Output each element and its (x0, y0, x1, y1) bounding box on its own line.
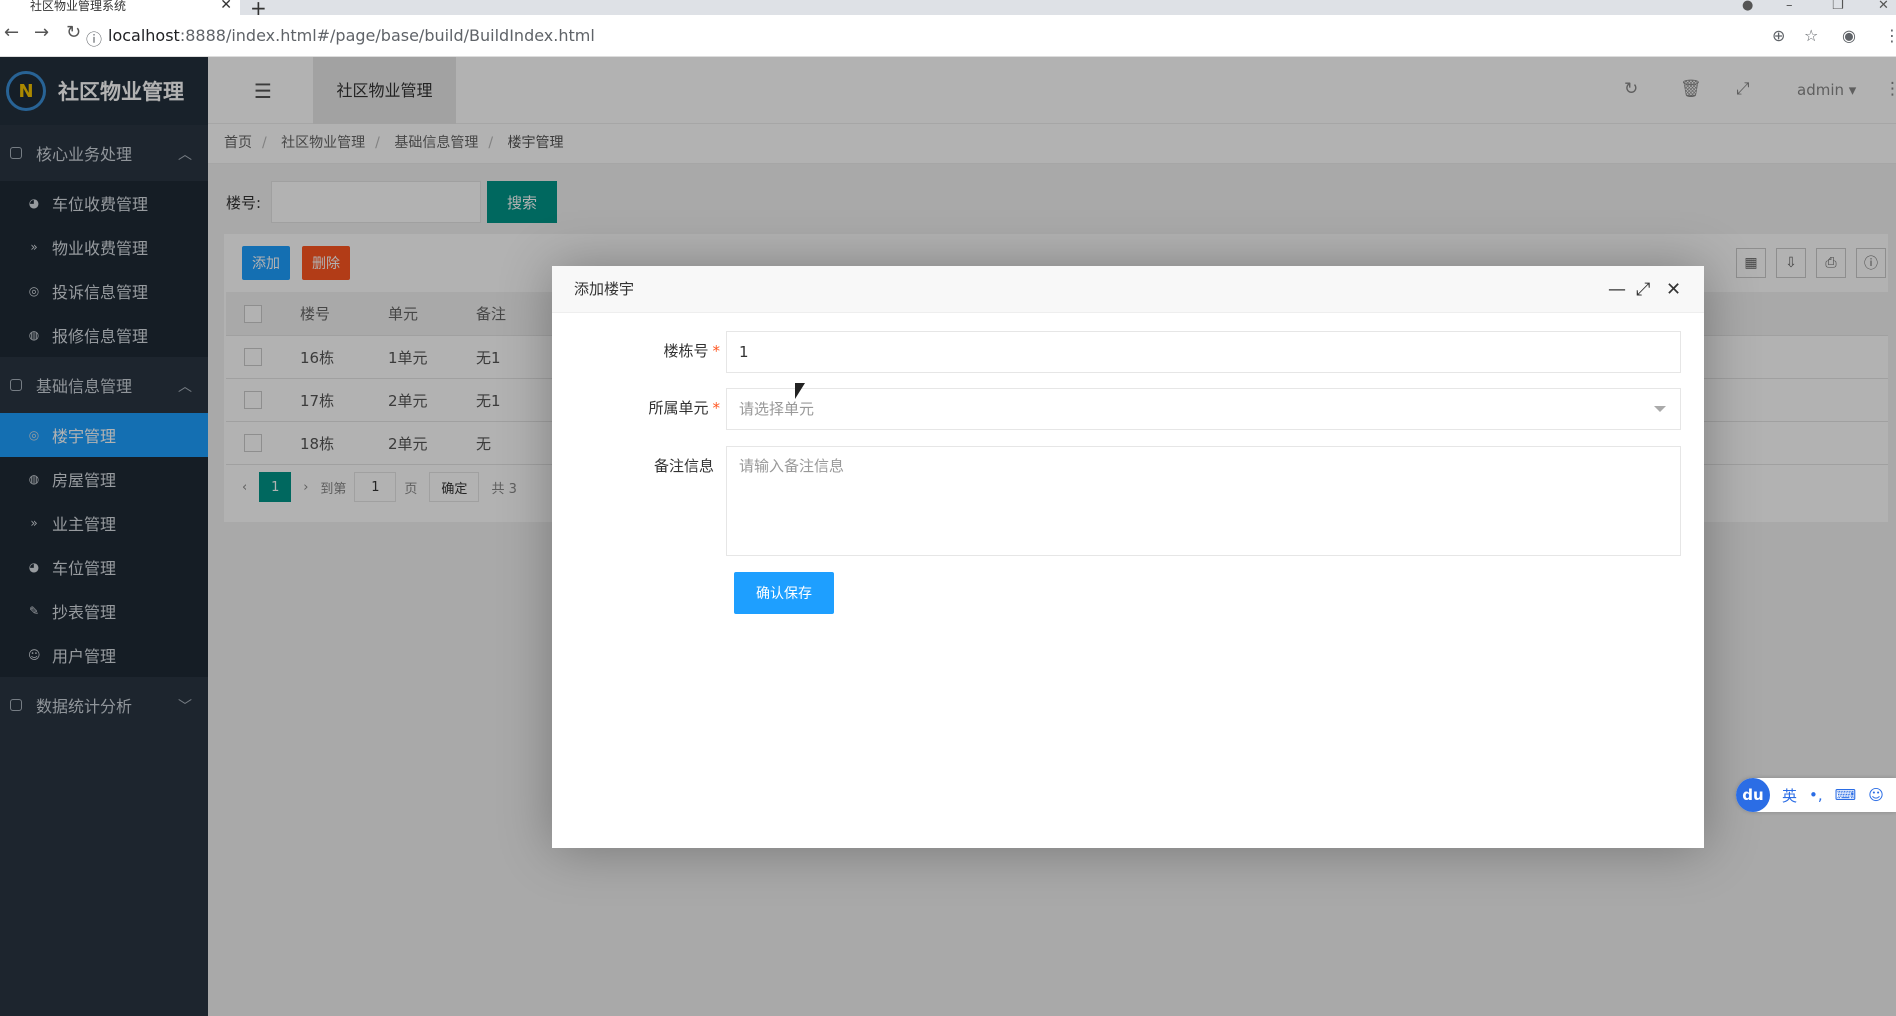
dialog-title: 添加楼宇 (574, 280, 635, 298)
ime-toolbar: du 英 •, ⌨ ☺ (1736, 778, 1896, 812)
field-label: 所属单元 * (552, 388, 726, 430)
browser-menu-icon[interactable]: ⋮ (1884, 26, 1896, 45)
browser-tab[interactable]: 社区物业管理系统 ✕ (0, 0, 240, 15)
dropdown-caret-icon (1654, 406, 1666, 412)
building-number-row: 楼栋号 * 1 (552, 331, 1681, 373)
required-mark: * (712, 399, 721, 417)
remark-label: 备注信息 (653, 457, 714, 475)
field-label: 楼栋号 * (552, 331, 726, 373)
ime-user-icon[interactable]: ☺ (1868, 786, 1884, 804)
building-number-label: 楼栋号 (663, 342, 709, 360)
remark-row: 备注信息 请输入备注信息 (552, 446, 1681, 556)
close-tab-icon[interactable]: ✕ (220, 0, 232, 12)
url-path: :8888/index.html#/page/base/build/BuildI… (179, 26, 595, 45)
required-mark: * (712, 342, 721, 360)
confirm-save-button[interactable]: 确认保存 (734, 572, 834, 614)
minimize-window-icon[interactable]: – (1786, 0, 1793, 13)
profile-dropdown-icon[interactable]: ● (1742, 0, 1753, 13)
unit-select[interactable]: 请选择单元 (726, 388, 1681, 430)
add-building-dialog: 添加楼宇 — ⤢ ✕ 楼栋号 * 1 所属单元 * 请选择单元 备注信息 请输入备注… (552, 266, 1704, 848)
ime-keyboard-icon[interactable]: ⌨ (1835, 786, 1857, 804)
back-icon[interactable]: ← (4, 22, 19, 43)
account-icon[interactable]: ◉ (1842, 26, 1856, 45)
ime-logo-icon[interactable]: du (1736, 778, 1770, 812)
forward-icon[interactable]: → (34, 22, 49, 43)
unit-placeholder: 请选择单元 (739, 400, 815, 418)
ime-language-toggle[interactable]: 英 (1782, 785, 1797, 806)
ime-punctuation-toggle[interactable]: •, (1809, 786, 1823, 804)
remark-textarea[interactable]: 请输入备注信息 (726, 446, 1681, 556)
dialog-header: 添加楼宇 — ⤢ ✕ (552, 266, 1704, 313)
minimize-dialog-icon[interactable]: — (1608, 266, 1626, 313)
url-host: localhost (108, 26, 180, 45)
new-tab-icon[interactable]: + (250, 0, 267, 20)
restore-window-icon[interactable]: ❐ (1832, 0, 1844, 13)
unit-label: 所属单元 (648, 399, 709, 417)
tab-strip: 社区物业管理系统 ✕ + ● – ❐ ✕ (0, 0, 1896, 20)
reload-icon[interactable]: ↻ (66, 22, 81, 43)
bookmark-star-icon[interactable]: ☆ (1804, 26, 1818, 45)
maximize-dialog-icon[interactable]: ⤢ (1636, 266, 1650, 313)
url-field[interactable]: localhost:8888/index.html#/page/base/bui… (108, 26, 595, 45)
mouse-cursor-icon (795, 383, 805, 399)
browser-chrome: 社区物业管理系统 ✕ + ● – ❐ ✕ ← → ↻ ⓘ localhost:8… (0, 0, 1896, 57)
tab-title: 社区物业管理系统 (30, 0, 127, 13)
close-dialog-icon[interactable]: ✕ (1666, 266, 1681, 313)
address-bar-row: ← → ↻ ⓘ localhost:8888/index.html#/page/… (0, 22, 1896, 56)
zoom-icon[interactable]: ⊕ (1772, 26, 1785, 45)
site-info-icon[interactable]: ⓘ (86, 26, 102, 50)
unit-row: 所属单元 * 请选择单元 (552, 388, 1681, 430)
close-window-icon[interactable]: ✕ (1878, 0, 1889, 13)
building-number-input[interactable]: 1 (726, 331, 1681, 373)
